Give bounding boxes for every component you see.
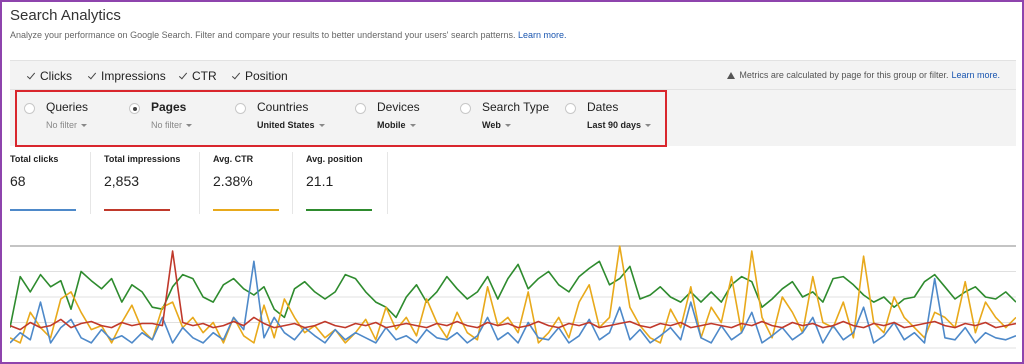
stat-total-impressions[interactable]: Total impressions 2,853 (104, 154, 181, 212)
impressions-label: Impressions (101, 69, 166, 83)
series-line-2 (10, 260, 1016, 344)
stat-value: 21.1 (306, 173, 334, 189)
impressions-checkbox[interactable]: Impressions (87, 69, 166, 83)
stat-color-bar (10, 209, 76, 211)
checkmark-icon (178, 71, 188, 81)
position-label: Position (245, 69, 288, 83)
stat-color-bar (306, 209, 372, 211)
page-title: Search Analytics (10, 7, 121, 24)
stat-color-bar (104, 209, 170, 211)
checkmark-icon (87, 71, 97, 81)
ctr-label: CTR (192, 69, 217, 83)
stat-label: Avg. position (306, 154, 363, 164)
stat-label: Total clicks (10, 154, 59, 164)
stat-divider (90, 152, 91, 214)
stat-avg-ctr[interactable]: Avg. CTR 2.38% (213, 154, 279, 212)
checkmark-icon (231, 71, 241, 81)
search-analytics-panel: Search Analytics Analyze your performanc… (0, 0, 1024, 364)
metrics-note-text: Metrics are calculated by page for this … (739, 70, 949, 80)
page-subtitle: Analyze your performance on Google Searc… (10, 30, 567, 40)
performance-line-chart[interactable] (10, 240, 1016, 352)
note-learn-more-link[interactable]: Learn more. (951, 70, 1000, 80)
warning-icon (727, 71, 736, 79)
stat-divider (199, 152, 200, 214)
stat-value: 68 (10, 173, 26, 189)
subtitle-text: Analyze your performance on Google Searc… (10, 30, 516, 40)
stat-total-clicks[interactable]: Total clicks 68 (10, 154, 76, 212)
highlight-box (15, 90, 667, 147)
stat-color-bar (213, 209, 279, 211)
clicks-label: Clicks (40, 69, 72, 83)
stat-label: Avg. CTR (213, 154, 254, 164)
stat-label: Total impressions (104, 154, 181, 164)
clicks-checkbox[interactable]: Clicks (26, 69, 72, 83)
stat-value: 2,853 (104, 173, 140, 189)
metrics-toolbar: Clicks Impressions CTR Position Metrics … (10, 60, 1016, 90)
stat-divider (387, 152, 388, 214)
checkmark-icon (26, 71, 36, 81)
learn-more-link[interactable]: Learn more. (518, 30, 567, 40)
stat-divider (292, 152, 293, 214)
series-line-1 (10, 245, 1016, 344)
metrics-note: Metrics are calculated by page for this … (727, 70, 1000, 80)
stat-avg-position[interactable]: Avg. position 21.1 (306, 154, 372, 212)
position-checkbox[interactable]: Position (231, 69, 288, 83)
ctr-checkbox[interactable]: CTR (178, 69, 217, 83)
stat-value: 2.38% (213, 173, 253, 189)
